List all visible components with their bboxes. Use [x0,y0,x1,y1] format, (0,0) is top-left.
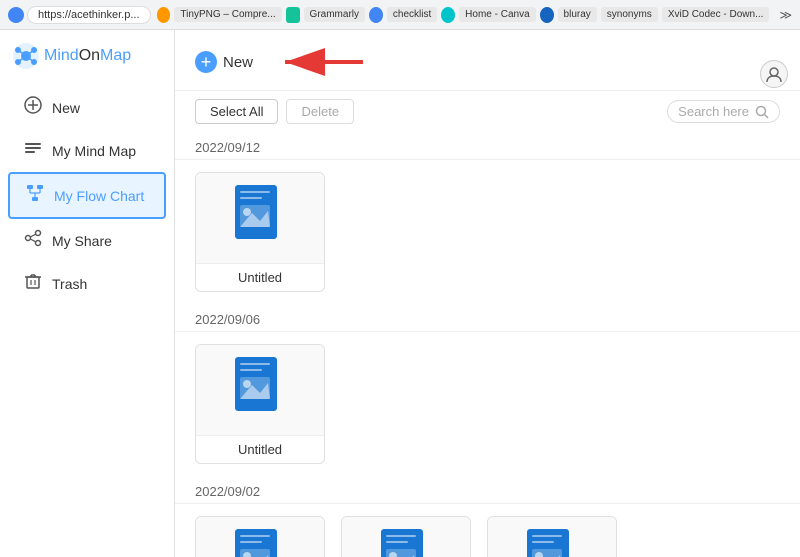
header-topbar [760,60,788,88]
tab-synonyms[interactable]: synonyms [601,7,658,22]
sidebar-label-flow-chart: My Flow Chart [54,188,144,204]
date-section-3: 2022/09/02 [175,476,800,504]
red-arrow [273,44,373,80]
favicon-bluray [540,7,554,23]
file-card[interactable] [341,516,471,557]
files-grid-3 [175,504,800,557]
new-button-label: New [223,54,253,71]
favicon-1 [8,7,24,23]
files-grid-2: Untitled [175,332,800,476]
plus-icon [24,96,42,119]
tab-canva[interactable]: Home - Canva [459,7,535,22]
search-box[interactable]: Search here [667,100,780,123]
file-name-2: Untitled [196,435,324,463]
document-icon-3b [376,527,436,557]
logo-mind: Mind [44,47,79,64]
new-button[interactable]: + New [195,51,253,73]
top-action-bar: + New [175,30,800,91]
sidebar-label-new: New [52,100,80,116]
app-container: MindOnMap New My Mind Map [0,30,800,557]
sidebar-label-trash: Trash [52,276,87,292]
share-icon [24,229,42,252]
tab-tinypng[interactable]: TinyPNG – Compre... [174,7,281,22]
more-tabs-button[interactable]: ≫ [779,8,792,22]
toolbar-left: Select All Delete [195,99,354,124]
tab-xvid[interactable]: XviD Codec - Down... [662,7,770,22]
favicon-grammarly [286,7,300,23]
document-icon-2 [230,355,290,425]
sidebar-item-new[interactable]: New [8,86,166,129]
file-card-icon [196,345,324,435]
document-icon-3a [230,527,290,557]
files-grid-1: Untitled [175,160,800,304]
sidebar-item-my-share[interactable]: My Share [8,219,166,262]
sidebar-item-my-mind-map[interactable]: My Mind Map [8,129,166,172]
date-section-2: 2022/09/06 [175,304,800,332]
file-card[interactable] [487,516,617,557]
file-card[interactable]: Untitled [195,344,325,464]
file-card-icon [342,517,470,557]
file-card-icon [488,517,616,557]
sidebar-label-share: My Share [52,233,112,249]
mind-map-icon [24,139,42,162]
document-icon [230,183,290,253]
trash-icon [24,272,42,295]
browser-tabs: TinyPNG – Compre... Grammarly checklist … [157,7,770,23]
favicon-canva [441,7,455,23]
new-plus-icon: + [195,51,217,73]
file-card[interactable]: Untitled [195,172,325,292]
logo-icon [12,42,40,70]
logo-on: On [79,47,100,64]
app-logo: MindOnMap [0,42,174,86]
main-content: + New Select All Delete [175,30,800,557]
file-card-icon [196,173,324,263]
sidebar-item-my-flow-chart[interactable]: My Flow Chart [8,172,166,219]
document-icon-3c [522,527,582,557]
delete-button[interactable]: Delete [286,99,354,124]
browser-chrome: https://acethinker.p... TinyPNG – Compre… [0,0,800,30]
search-placeholder: Search here [678,104,749,119]
file-card[interactable] [195,516,325,557]
url-bar[interactable]: https://acethinker.p... [27,6,151,24]
logo-map: Map [100,47,131,64]
tab-bluray[interactable]: bluray [558,7,597,22]
sidebar: MindOnMap New My Mind Map [0,30,175,557]
tab-checklist[interactable]: checklist [387,7,437,22]
date-section-1: 2022/09/12 [175,132,800,160]
file-card-icon [196,517,324,557]
logo-text: MindOnMap [44,47,131,65]
search-icon [755,105,769,119]
favicon-tiny [157,7,171,23]
toolbar-row: Select All Delete Search here [175,91,800,132]
user-avatar[interactable] [760,60,788,88]
tab-grammarly[interactable]: Grammarly [304,7,365,22]
favicon-checklist [369,7,383,23]
file-name-1: Untitled [196,263,324,291]
select-all-button[interactable]: Select All [195,99,278,124]
flow-chart-icon [26,184,44,207]
sidebar-label-mind-map: My Mind Map [52,143,136,159]
sidebar-item-trash[interactable]: Trash [8,262,166,305]
